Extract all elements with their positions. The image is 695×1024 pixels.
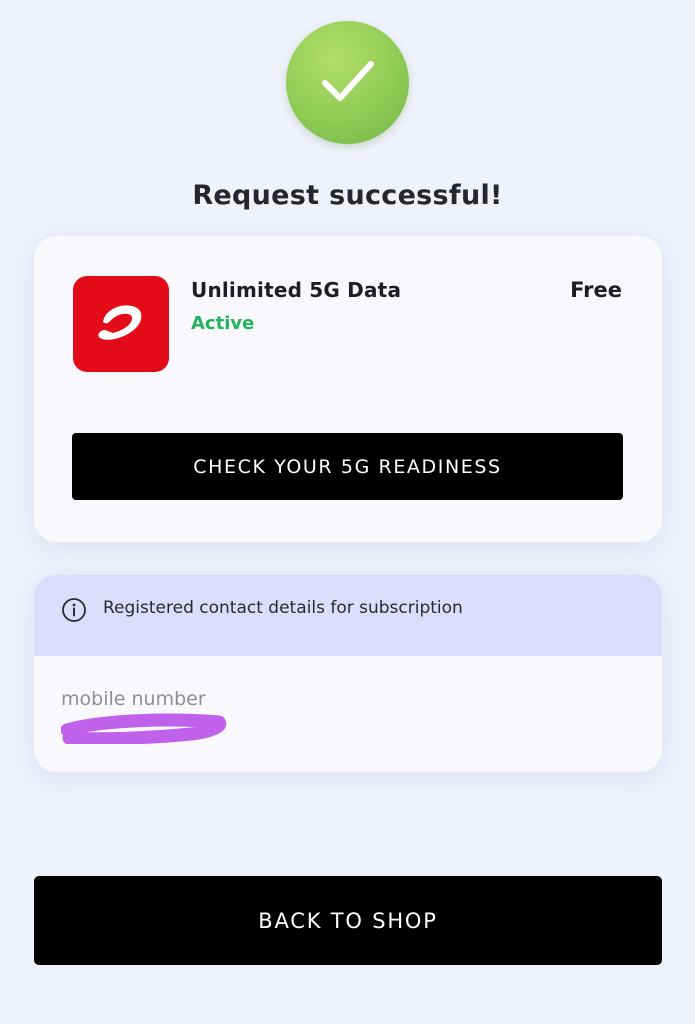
airtel-logo-icon [73,276,169,372]
checkmark-icon [322,61,374,101]
mobile-number-label: mobile number [61,688,206,710]
contact-details-heading: Registered contact details for subscript… [103,598,463,618]
contact-details-card: Registered contact details for subscript… [34,575,662,772]
back-to-shop-button[interactable]: BACK TO SHOP [34,876,662,965]
plan-price: Free [570,278,622,302]
plan-status-badge: Active [191,313,255,334]
check-5g-readiness-button[interactable]: CHECK YOUR 5G READINESS [72,433,623,500]
plan-card: Unlimited 5G Data Active Free CHECK YOUR… [34,236,662,542]
contact-details-header: Registered contact details for subscript… [34,575,662,656]
page-title: Request successful! [192,180,503,211]
plan-name: Unlimited 5G Data [191,278,402,302]
redaction-scribble [61,713,227,744]
info-icon [62,598,86,622]
mobile-number-value-redacted [61,712,231,744]
success-check-icon [286,21,409,144]
